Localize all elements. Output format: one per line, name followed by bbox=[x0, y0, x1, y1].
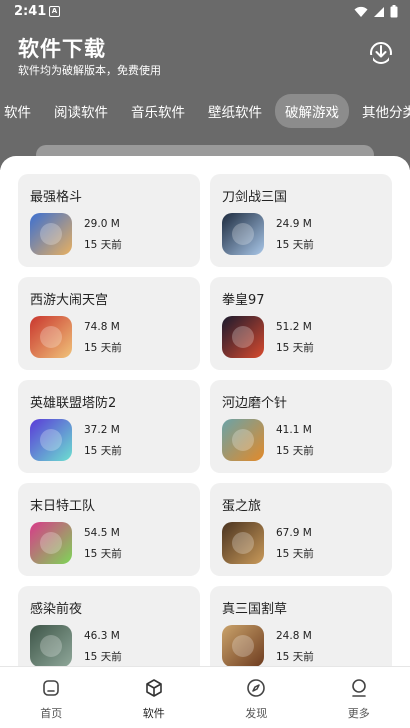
kof-fighter-icon bbox=[222, 316, 264, 358]
app-updated-time: 15 天前 bbox=[84, 548, 122, 560]
app-size: 41.1 M bbox=[276, 424, 312, 436]
nav-label: 更多 bbox=[347, 707, 370, 720]
zombie-soldier-icon bbox=[30, 625, 72, 667]
status-icons bbox=[354, 5, 398, 18]
app-updated-time: 15 天前 bbox=[276, 239, 314, 251]
nav-item-more[interactable]: 更多 bbox=[308, 667, 410, 728]
app-updated-time: 15 天前 bbox=[276, 445, 314, 457]
app-list-sheet: 最强格斗 29.0 M 15 天前 刀剑战三国 24.9 M 15 天前 西游大闹天宫 74.… bbox=[0, 156, 410, 676]
bottom-nav: 首页 软件 发现 更多 bbox=[0, 666, 410, 728]
app-name: 感染前夜 bbox=[30, 602, 83, 617]
app-name: 真三国割草 bbox=[222, 602, 288, 617]
nav-label: 发现 bbox=[245, 707, 268, 720]
signal-icon bbox=[374, 6, 384, 17]
tab-other[interactable]: 其他分类 bbox=[352, 94, 410, 128]
app-size: 24.8 M bbox=[276, 630, 312, 642]
page-subtitle: 软件均为破解版本，免费使用 bbox=[18, 64, 161, 77]
fish-icon bbox=[222, 419, 264, 461]
app-updated-time: 15 天前 bbox=[84, 445, 122, 457]
app-card[interactable]: 真三国割草 24.8 M 15 天前 bbox=[210, 586, 392, 676]
app-card[interactable]: 拳皇97 51.2 M 15 天前 bbox=[210, 277, 392, 370]
app-size: 29.0 M bbox=[84, 218, 120, 230]
app-grid: 最强格斗 29.0 M 15 天前 刀剑战三国 24.9 M 15 天前 西游大闹天宫 74.… bbox=[18, 174, 392, 676]
app-size: 46.3 M bbox=[84, 630, 120, 642]
tab-music[interactable]: 音乐软件 bbox=[121, 94, 195, 128]
battery-icon bbox=[390, 5, 398, 18]
app-updated-time: 15 天前 bbox=[276, 342, 314, 354]
compass-icon bbox=[247, 679, 266, 697]
app-name: 英雄联盟塔防2 bbox=[30, 396, 117, 411]
app-card[interactable]: 英雄联盟塔防2 37.2 M 15 天前 bbox=[18, 380, 200, 473]
app-updated-time: 15 天前 bbox=[84, 342, 122, 354]
cube-icon bbox=[145, 679, 162, 697]
tab-wallpaper[interactable]: 壁纸软件 bbox=[198, 94, 272, 128]
tab-reading[interactable]: 阅读软件 bbox=[44, 94, 118, 128]
app-size: 67.9 M bbox=[276, 527, 312, 539]
app-size: 74.8 M bbox=[84, 321, 120, 333]
tab-software[interactable]: 软件 bbox=[0, 94, 41, 128]
monkey-king-icon bbox=[30, 316, 72, 358]
app-size: 51.2 M bbox=[276, 321, 312, 333]
pixel-agent-icon bbox=[30, 522, 72, 564]
app-card[interactable]: 河边磨个针 41.1 M 15 天前 bbox=[210, 380, 392, 473]
nav-item-discover[interactable]: 发现 bbox=[205, 667, 308, 728]
egg-nest-icon bbox=[222, 522, 264, 564]
wifi-icon bbox=[354, 6, 368, 17]
app-name: 蛋之旅 bbox=[222, 499, 262, 514]
app-name: 西游大闹天宫 bbox=[30, 293, 109, 308]
tab-cracked-games[interactable]: 破解游戏 bbox=[275, 94, 349, 128]
app-size: 37.2 M bbox=[84, 424, 120, 436]
status-time: 2:41 bbox=[14, 4, 47, 19]
app-card[interactable]: 最强格斗 29.0 M 15 天前 bbox=[18, 174, 200, 267]
app-updated-time: 15 天前 bbox=[276, 548, 314, 560]
fighter-game-icon bbox=[30, 213, 72, 255]
notification-a-icon: A bbox=[49, 6, 60, 17]
app-name: 末日特工队 bbox=[30, 499, 96, 514]
app-card[interactable]: 蛋之旅 67.9 M 15 天前 bbox=[210, 483, 392, 576]
app-name: 河边磨个针 bbox=[222, 396, 288, 411]
person-icon bbox=[351, 679, 366, 697]
app-size: 24.9 M bbox=[276, 218, 312, 230]
app-card[interactable]: 末日特工队 54.5 M 15 天前 bbox=[18, 483, 200, 576]
app-name: 拳皇97 bbox=[222, 293, 265, 308]
crossed-swords-icon bbox=[222, 213, 264, 255]
app-updated-time: 15 天前 bbox=[84, 651, 122, 663]
nav-item-software[interactable]: 软件 bbox=[103, 667, 206, 728]
app-name: 刀剑战三国 bbox=[222, 190, 288, 205]
app-updated-time: 15 天前 bbox=[84, 239, 122, 251]
status-bar: 2:41 A bbox=[0, 0, 410, 24]
category-tabs: 软件 阅读软件 音乐软件 壁纸软件 破解游戏 其他分类 bbox=[0, 94, 410, 128]
app-card[interactable]: 感染前夜 46.3 M 15 天前 bbox=[18, 586, 200, 676]
app-updated-time: 15 天前 bbox=[276, 651, 314, 663]
download-icon[interactable] bbox=[368, 40, 394, 66]
nav-label: 软件 bbox=[142, 707, 165, 720]
app-card[interactable]: 西游大闹天宫 74.8 M 15 天前 bbox=[18, 277, 200, 370]
app-name: 最强格斗 bbox=[30, 190, 83, 205]
page-title: 软件下载 bbox=[18, 37, 106, 61]
nav-label: 首页 bbox=[40, 707, 63, 720]
home-icon bbox=[43, 680, 60, 696]
three-kingdoms-icon bbox=[222, 625, 264, 667]
app-card[interactable]: 刀剑战三国 24.9 M 15 天前 bbox=[210, 174, 392, 267]
nav-item-home[interactable]: 首页 bbox=[0, 667, 103, 728]
app-size: 54.5 M bbox=[84, 527, 120, 539]
anime-hero-icon bbox=[30, 419, 72, 461]
